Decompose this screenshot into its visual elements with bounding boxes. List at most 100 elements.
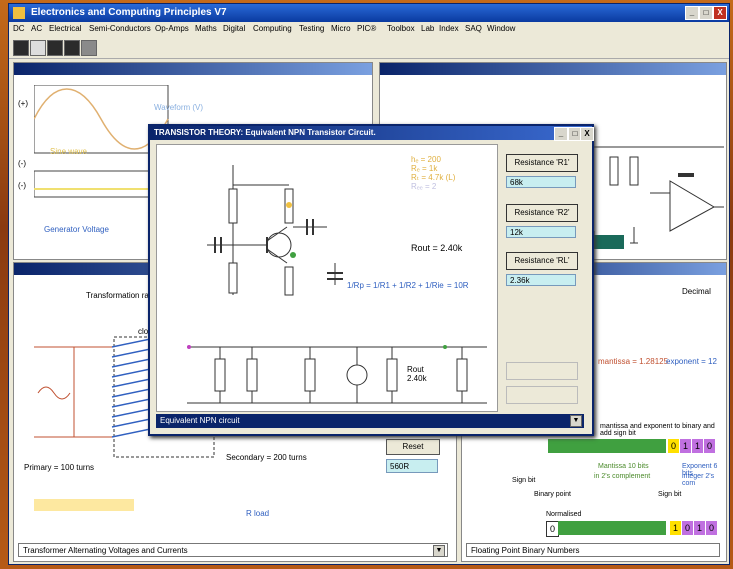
- mantissa-bits-bar: [548, 439, 666, 453]
- tool-icon[interactable]: [81, 40, 97, 56]
- mantissa-label: Mantissa 10 bits: [598, 463, 649, 470]
- waveform-panel-title: [14, 63, 372, 75]
- opamp-indicator: [594, 235, 624, 249]
- param-re: Rₑ = 1k: [411, 164, 438, 173]
- primary-label: Primary = 100 turns: [24, 463, 95, 472]
- menu-op-amps[interactable]: Op-Amps: [155, 24, 189, 33]
- menu-window[interactable]: Window: [487, 24, 515, 33]
- resistance-rl-button[interactable]: Resistance 'RL': [506, 252, 578, 270]
- resistance-r2-value[interactable]: 12k: [506, 226, 576, 238]
- resistance-rl-value[interactable]: 2.36k: [506, 274, 576, 286]
- exponent-sub: integer 2's com: [682, 473, 715, 487]
- decimal-label: Decimal: [682, 287, 711, 296]
- circuit-canvas: hₑ = 200 Rₑ = 1k Rₜ = 4.7k (L) Rₑₑ = 2 R…: [156, 144, 498, 412]
- book-icon[interactable]: [47, 40, 63, 56]
- dialog-title: TRANSISTOR THEORY: Equivalent NPN Transi…: [154, 128, 376, 137]
- equivalent-circuit-diagram: [187, 345, 487, 404]
- window-title: Electronics and Computing Principles V7: [31, 7, 227, 18]
- mantissa-sub: in 2's complement: [594, 473, 651, 480]
- dialog-title-bar: TRANSISTOR THEORY: Equivalent NPN Transi…: [150, 126, 594, 141]
- disabled-button-2[interactable]: [506, 386, 578, 404]
- mantissa-text: mantissa = 1.28125: [598, 357, 669, 366]
- parallel-result: = 10R: [447, 281, 469, 290]
- bit-bottom-2: 0: [682, 521, 693, 535]
- menu-lab[interactable]: Lab: [421, 24, 434, 33]
- sign-bit-label-2: Sign bit: [658, 491, 682, 498]
- disabled-button-1[interactable]: [506, 362, 578, 380]
- label-minus-2: (-): [18, 181, 26, 190]
- bit-bottom-1: 1: [670, 521, 681, 535]
- info-highlight: [34, 499, 134, 511]
- resistance-r2-button[interactable]: Resistance 'R2': [506, 204, 578, 222]
- resistance-value[interactable]: 560R: [386, 459, 438, 473]
- param-rc: Rₜ = 4.7k (L): [411, 173, 456, 182]
- print-icon[interactable]: [30, 40, 46, 56]
- bit-row-top: 0 1 1 0: [548, 439, 716, 453]
- normalised-mantissa-bar: [558, 521, 666, 535]
- ratio-label: Transformation ratio: [86, 291, 158, 300]
- menu-maths[interactable]: Maths: [195, 24, 217, 33]
- menu-dc[interactable]: DC: [13, 24, 25, 33]
- rload-label: R load: [246, 509, 270, 518]
- param-ree: Rₑₑ = 2: [411, 182, 437, 191]
- bit-row-bottom: 0 1 0 1 0: [546, 521, 722, 537]
- opamp-circuit-diagram: [590, 146, 724, 244]
- transformer-status-text: Transformer Alternating Voltages and Cur…: [23, 546, 188, 555]
- rout-small-label: Rout 2.40k: [407, 365, 427, 383]
- maximize-button[interactable]: □: [699, 6, 713, 20]
- parallel-formula: 1/Rp = 1/R1 + 1/R2 + 1/Rie: [347, 281, 444, 290]
- menu-digital[interactable]: Digital: [223, 24, 245, 33]
- parameter-list: hₑ = 200 Rₑ = 1k Rₜ = 4.7k (L) Rₑₑ = 2: [411, 155, 495, 191]
- generator-link[interactable]: Generator Voltage: [44, 225, 109, 234]
- menu-ac[interactable]: AC: [31, 24, 42, 33]
- menu-index[interactable]: Index: [439, 24, 459, 33]
- resistance-r1-value[interactable]: 68k: [506, 176, 576, 188]
- transistor-dialog: TRANSISTOR THEORY: Equivalent NPN Transi…: [148, 124, 594, 436]
- dialog-minimize-button[interactable]: _: [554, 127, 568, 141]
- normalised-label: Normalised: [546, 511, 582, 518]
- menu-semiconductors[interactable]: Semi-Conductors: [89, 24, 151, 33]
- binary-point-label: Binary point: [534, 491, 571, 498]
- sine-caption: Sine wave: [50, 147, 87, 156]
- menu-saq[interactable]: SAQ: [465, 24, 482, 33]
- rout-text: Rout = 2.40k: [411, 243, 463, 253]
- dialog-close-button[interactable]: X: [580, 127, 594, 141]
- floating-status-bar: Floating Point Binary Numbers: [466, 543, 720, 557]
- floating-status-text: Floating Point Binary Numbers: [471, 546, 580, 555]
- binary-instruction: mantissa and exponent to binary and add …: [600, 423, 715, 437]
- toolbar: [9, 36, 729, 59]
- minimize-button[interactable]: _: [685, 6, 699, 20]
- label-plus: (+): [18, 99, 28, 108]
- bit-bottom-4: 0: [706, 521, 717, 535]
- close-button[interactable]: X: [713, 6, 727, 20]
- app-icon: [13, 7, 25, 19]
- reset-button[interactable]: Reset: [386, 439, 440, 455]
- menu-toolbox[interactable]: Toolbox: [387, 24, 415, 33]
- bit-top-3: 0: [704, 439, 715, 453]
- open-icon[interactable]: [13, 40, 29, 56]
- exponent-text: exponent = 12: [666, 357, 717, 366]
- transformer-status-select[interactable]: Transformer Alternating Voltages and Cur…: [18, 543, 448, 557]
- waveform-caption: Waveform (V): [154, 103, 204, 112]
- dialog-chevron-down-icon[interactable]: ▼: [570, 415, 582, 427]
- menu-micro[interactable]: Micro: [331, 24, 351, 33]
- sign-bit-label: Sign bit: [512, 477, 536, 484]
- label-minus: (-): [18, 159, 26, 168]
- param-hfe: hₑ = 200: [411, 155, 441, 164]
- menu-electrical[interactable]: Electrical: [49, 24, 81, 33]
- bit-top-2: 1: [692, 439, 703, 453]
- bit-bottom-3: 1: [694, 521, 705, 535]
- chevron-down-icon[interactable]: ▼: [433, 545, 445, 557]
- menu-testing[interactable]: Testing: [299, 24, 324, 33]
- menu-computing[interactable]: Computing: [253, 24, 292, 33]
- dialog-status-select[interactable]: Equivalent NPN circuit ▼: [156, 414, 584, 428]
- opamp-panel-title: [380, 63, 726, 75]
- bit-top-1: 1: [680, 439, 691, 453]
- menu-bar: DC AC Electrical Semi-Conductors Op-Amps…: [9, 22, 729, 36]
- title-bar: Electronics and Computing Principles V7 …: [9, 4, 729, 22]
- secondary-label: Secondary = 200 turns: [226, 453, 307, 462]
- menu-pic[interactable]: PIC®: [357, 24, 376, 33]
- resistance-r1-button[interactable]: Resistance 'R1': [506, 154, 578, 172]
- dialog-status-text: Equivalent NPN circuit: [160, 416, 240, 425]
- stop-icon[interactable]: [64, 40, 80, 56]
